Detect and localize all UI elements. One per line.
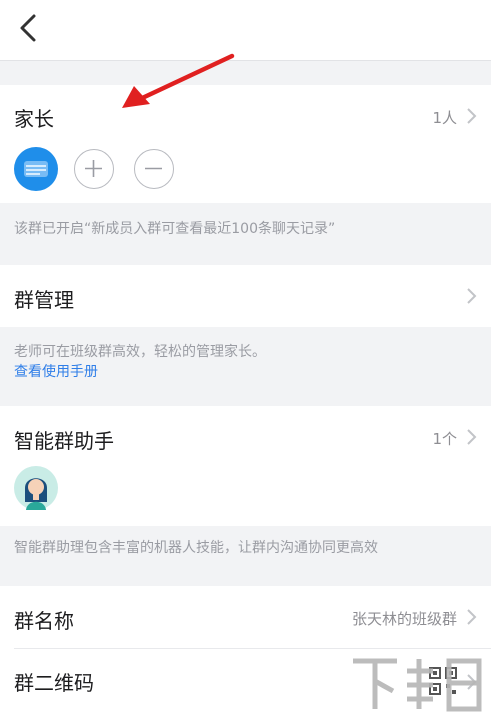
smart-assistant-section: 智能群助手 1个 <box>0 406 491 526</box>
chevron-right-icon[interactable] <box>465 107 477 125</box>
chevron-right-icon[interactable] <box>465 428 477 446</box>
red-arrow-annotation <box>122 53 235 108</box>
group-management-title: 群管理 <box>14 288 74 312</box>
back-chevron-icon[interactable] <box>14 10 44 46</box>
group-name-value: 张天林的班级群 <box>351 610 457 628</box>
parents-count[interactable]: 1人 <box>432 107 457 128</box>
group-name-row[interactable]: 群名称 张天林的班级群 <box>0 586 491 648</box>
group-management-note-text: 老师可在班级群高效，轻松的管理家长。 <box>14 344 266 360</box>
group-management-note: 老师可在班级群高效，轻松的管理家长。 查看使用手册 <box>0 327 491 406</box>
top-bar <box>0 0 491 61</box>
add-member-button[interactable] <box>74 149 114 189</box>
plus-icon <box>85 160 102 177</box>
watermark-logo <box>353 658 482 712</box>
smart-assistant-count[interactable]: 1个 <box>432 428 457 449</box>
parents-title: 家长 <box>14 107 54 131</box>
user-manual-link[interactable]: 查看使用手册 <box>14 361 98 381</box>
parents-note: 该群已开启“新成员入群可查看最近100条聊天记录” <box>0 203 491 265</box>
smart-assistant-note: 智能群助理包含丰富的机器人技能，让群内沟通协同更高效 <box>0 526 491 586</box>
group-qr-title: 群二维码 <box>14 671 94 695</box>
minus-icon <box>145 167 162 170</box>
parents-section: 家长 1人 <box>0 85 491 203</box>
remove-member-button[interactable] <box>134 149 174 189</box>
group-name-title: 群名称 <box>14 609 74 633</box>
smart-assistant-title: 智能群助手 <box>14 429 114 453</box>
member-avatar[interactable] <box>14 147 58 191</box>
blurred-avatar-icon <box>24 161 48 177</box>
assistant-avatar-icon[interactable] <box>14 466 58 510</box>
group-management-row[interactable]: 群管理 <box>0 265 491 327</box>
chevron-right-icon[interactable] <box>465 287 477 305</box>
chevron-right-icon[interactable] <box>465 608 477 626</box>
